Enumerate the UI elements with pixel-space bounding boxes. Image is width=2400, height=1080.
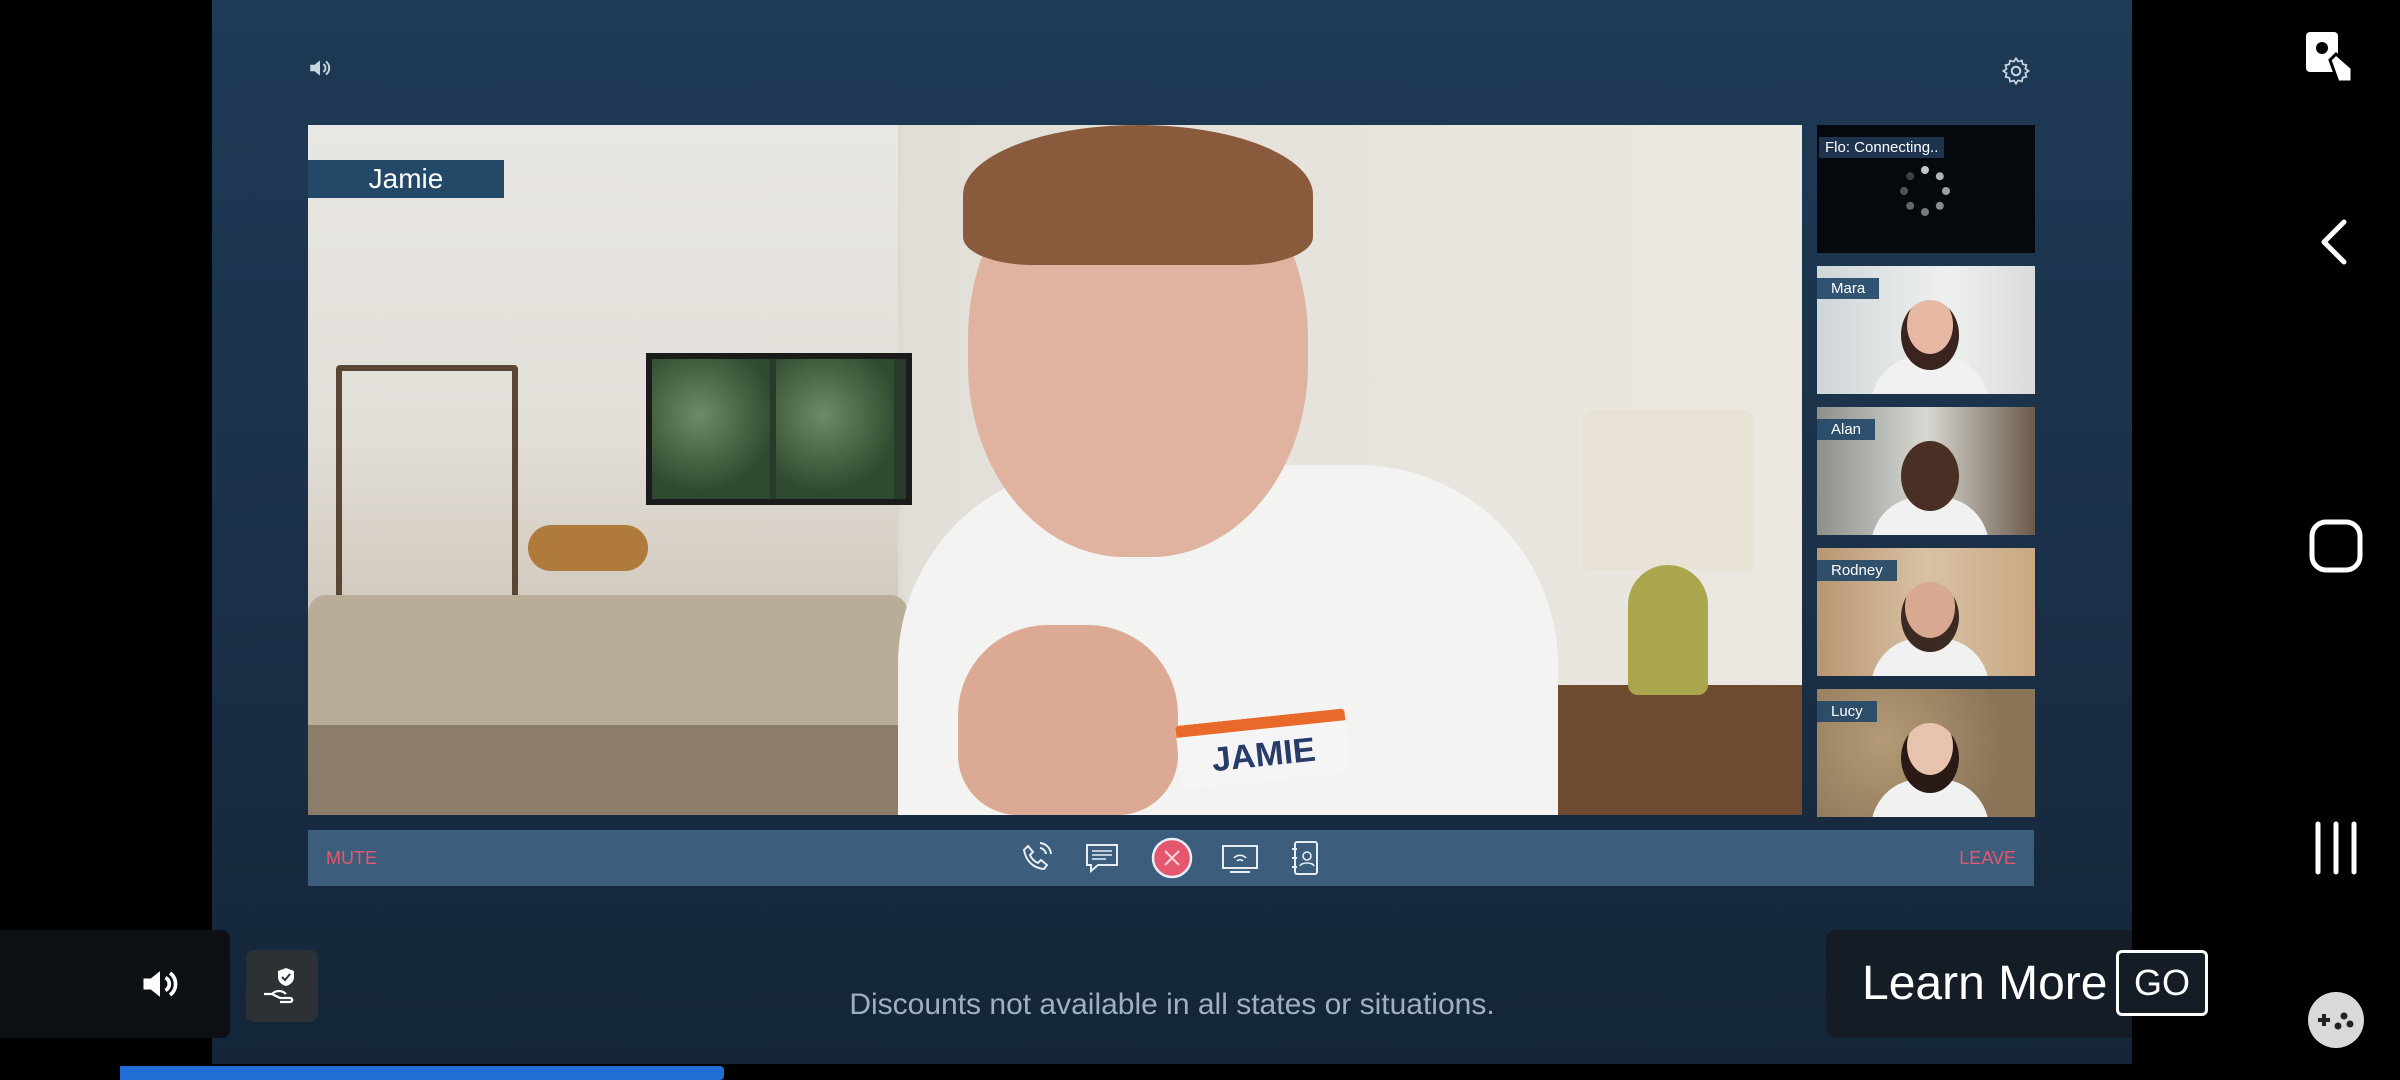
- sofa: [308, 595, 908, 735]
- screen-share-icon[interactable]: [1220, 838, 1260, 878]
- player-controls-panel: [0, 930, 230, 1038]
- volume-icon[interactable]: [138, 962, 182, 1006]
- participant-tile-flo[interactable]: Flo: Connecting..: [1817, 125, 2035, 253]
- contacts-icon[interactable]: [1286, 838, 1326, 878]
- back-icon[interactable]: [2304, 210, 2368, 274]
- recents-icon[interactable]: [2304, 816, 2368, 880]
- loading-spinner-icon: [1900, 166, 1950, 216]
- lamp-base: [1628, 565, 1708, 695]
- close-circle-icon[interactable]: [1150, 836, 1194, 880]
- chat-icon[interactable]: [1082, 838, 1122, 878]
- system-nav-bar: [2280, 0, 2400, 1080]
- phone-icon[interactable]: [1016, 838, 1056, 878]
- ad-progress-bar: [120, 1066, 724, 1080]
- game-tools-icon[interactable]: [2304, 988, 2368, 1052]
- speaker-hair: [963, 125, 1313, 265]
- call-control-bar: MUTE LEAVE: [308, 830, 2034, 886]
- guitar: [528, 525, 648, 571]
- mute-button[interactable]: MUTE: [326, 830, 377, 886]
- room-window: [646, 353, 912, 505]
- participant-label: Lucy: [1817, 701, 1877, 722]
- leave-button[interactable]: LEAVE: [1959, 830, 2016, 886]
- main-speaker-label: Jamie: [308, 160, 504, 198]
- participant-tile-mara[interactable]: Mara: [1817, 266, 2035, 394]
- learn-more-link[interactable]: Learn More: [1862, 950, 2107, 1018]
- wall-shelf: [336, 365, 518, 607]
- participant-label: Mara: [1817, 278, 1880, 299]
- participant-label: Flo: Connecting..: [1819, 137, 1945, 158]
- speaker-hand: [958, 625, 1178, 815]
- lamp-shade: [1583, 410, 1753, 570]
- participant-tile-alan[interactable]: Alan: [1817, 407, 2035, 535]
- participant-tile-lucy[interactable]: Lucy: [1817, 689, 2035, 817]
- screenshot-icon[interactable]: [2300, 26, 2364, 90]
- main-video-tile: JAMIE Jamie: [308, 125, 1802, 815]
- go-button[interactable]: GO: [2116, 950, 2208, 1016]
- participant-label: Alan: [1817, 419, 1876, 440]
- participant-label: Rodney: [1817, 560, 1897, 581]
- participant-tile-rodney[interactable]: Rodney: [1817, 548, 2035, 676]
- gear-icon[interactable]: [2000, 55, 2032, 87]
- home-icon[interactable]: [2304, 514, 2368, 578]
- speaker-icon[interactable]: [307, 55, 333, 81]
